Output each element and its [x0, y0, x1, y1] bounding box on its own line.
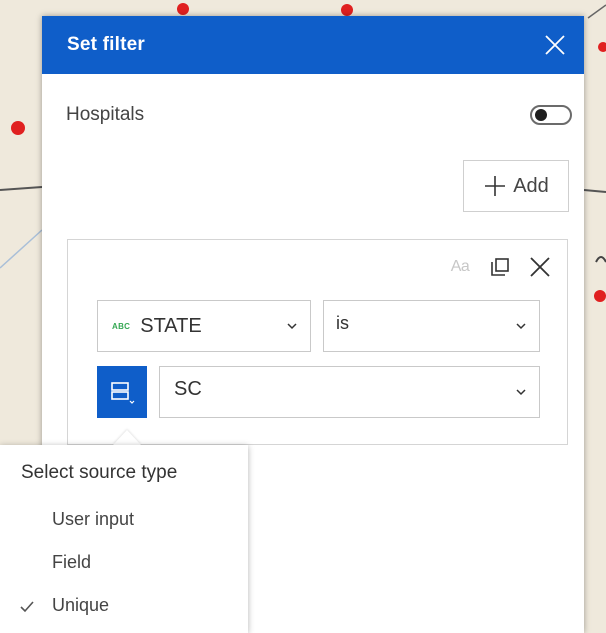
value-select-value: SC	[174, 378, 202, 400]
plus-icon	[485, 176, 506, 196]
clause-tools: Aa	[447, 254, 553, 280]
case-sensitive-icon[interactable]: Aa	[447, 254, 473, 280]
source-type-button[interactable]	[97, 366, 147, 418]
remove-clause-button[interactable]	[527, 254, 553, 280]
layer-filter-toggle[interactable]	[530, 105, 572, 125]
dialog-title: Set filter	[67, 34, 146, 55]
option-label: Unique	[52, 595, 110, 615]
operator-select[interactable]: is	[323, 300, 540, 352]
filter-clause-card: Aa ABC STATE is SC	[67, 239, 568, 445]
source-option-user-input[interactable]: User input	[0, 501, 248, 539]
close-icon	[530, 257, 550, 277]
add-clause-button[interactable]: Add	[463, 160, 569, 212]
field-select-value: STATE	[140, 314, 202, 337]
map-point	[177, 3, 189, 15]
check-icon	[20, 601, 34, 613]
operator-select-value: is	[336, 313, 349, 333]
map-point	[11, 121, 25, 135]
map-point	[341, 4, 353, 16]
chevron-down-icon	[516, 323, 526, 330]
popup-title: Select source type	[21, 462, 178, 483]
option-label: User input	[52, 509, 135, 529]
duplicate-clause-button[interactable]	[487, 254, 513, 280]
close-icon	[545, 35, 565, 55]
option-label: Field	[52, 552, 92, 572]
dialog-header: Set filter	[42, 16, 584, 74]
string-field-icon: ABC	[112, 321, 131, 331]
popup-arrow	[113, 430, 141, 445]
source-type-popup: Select source type User input Field Uniq…	[0, 445, 248, 633]
field-select[interactable]: ABC STATE	[97, 300, 311, 352]
toggle-knob	[535, 109, 547, 121]
dialog-close-button[interactable]	[540, 30, 570, 60]
chevron-down-icon	[516, 389, 526, 396]
source-type-icon	[111, 382, 135, 404]
source-option-unique[interactable]: Unique	[0, 587, 248, 625]
layer-name: Hospitals	[66, 104, 145, 125]
source-option-field[interactable]: Field	[0, 544, 248, 582]
duplicate-icon	[491, 258, 509, 276]
map-point	[594, 290, 606, 302]
add-button-label: Add	[513, 174, 549, 197]
chevron-down-icon	[287, 323, 297, 330]
value-select[interactable]: SC	[159, 366, 540, 418]
layer-toggle-row: Hospitals	[66, 100, 572, 130]
